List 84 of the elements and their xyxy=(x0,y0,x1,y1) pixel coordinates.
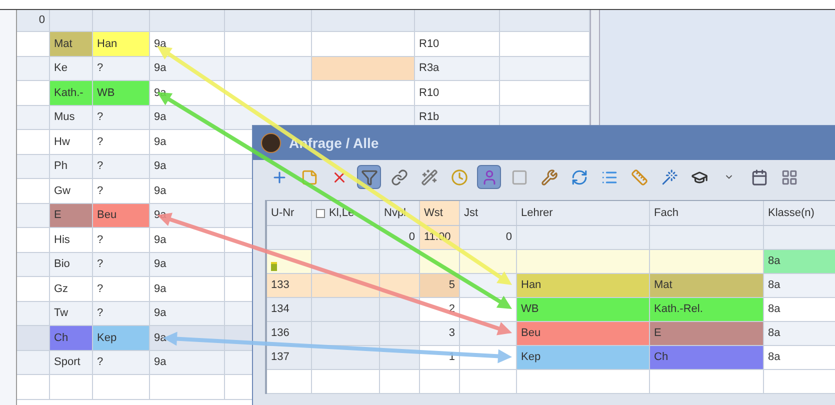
room-cell: R10 xyxy=(415,81,500,104)
column-header[interactable]: Lehrer xyxy=(521,204,553,222)
table-cell xyxy=(312,298,380,321)
class-cell: 9a xyxy=(150,350,225,374)
table-row[interactable]: Ke ? 9a R3a xyxy=(17,56,590,81)
teacher-cell: Kep xyxy=(93,326,150,350)
table-row[interactable]: Mat Han 9a R10 xyxy=(17,32,590,56)
teacher-cell: Beu xyxy=(517,322,650,345)
column-header[interactable]: U-Nr xyxy=(271,204,294,222)
table-row[interactable]: 133 5 Han Mat 8a xyxy=(267,274,835,298)
teacher-cell: Kep xyxy=(517,346,650,369)
teacher-cell: ? xyxy=(93,179,150,202)
person-icon[interactable] xyxy=(477,165,501,189)
table-cell: 8a xyxy=(764,322,835,345)
table-row[interactable]: 136 3 Beu E 8a xyxy=(267,322,835,346)
subject-cell: Kath.-Rel. xyxy=(650,298,764,321)
teacher-cell: ? xyxy=(93,228,150,252)
table-cell: 133 xyxy=(267,274,312,297)
table-cell: 134 xyxy=(267,298,312,321)
subject-cell: Ch xyxy=(50,326,93,350)
subject-cell: Bio xyxy=(50,252,93,276)
table-cell: 136 xyxy=(267,322,312,345)
column-header[interactable]: Kl,Le xyxy=(329,204,354,222)
teacher-cell: ? xyxy=(93,154,150,178)
table-cell: 3 xyxy=(420,322,460,345)
class-cell: 9a xyxy=(150,179,225,202)
column-header[interactable]: Jst xyxy=(464,204,478,222)
room-cell: R3a xyxy=(415,56,500,80)
table-cell: 5 xyxy=(420,274,460,297)
room-cell: R10 xyxy=(415,32,500,56)
subject-cell: Gz xyxy=(50,277,93,300)
class-cell: 9a xyxy=(150,154,225,178)
table-cell: 2 xyxy=(420,298,460,321)
class-cell: 9a xyxy=(150,302,225,325)
table-cell: 8a xyxy=(764,250,835,273)
subject-cell: Sport xyxy=(50,350,93,374)
teacher-cell: WB xyxy=(517,298,650,321)
teacher-cell: ? xyxy=(93,350,150,374)
table-row[interactable]: 134 2 WB Kath.-Rel. 8a xyxy=(267,298,835,322)
table-row[interactable]: 137 1 Kep Ch 8a xyxy=(267,346,835,370)
table-cell: 137 xyxy=(267,346,312,369)
table-cell xyxy=(380,298,420,321)
subject-cell: Kath.- xyxy=(50,81,93,104)
subject-cell: Mat xyxy=(50,32,93,56)
subject-cell: Ph xyxy=(50,154,93,178)
subject-cell: Mus xyxy=(50,106,93,129)
table-cell xyxy=(380,322,420,345)
new-row-icon xyxy=(271,262,277,271)
teacher-cell: Han xyxy=(517,274,650,297)
teacher-cell: Han xyxy=(93,32,150,56)
subject-cell: Mat xyxy=(650,274,764,297)
teacher-cell: ? xyxy=(93,277,150,300)
table-cell: 8a xyxy=(764,298,835,321)
subject-cell: His xyxy=(50,228,93,252)
column-header[interactable]: Klasse(n) xyxy=(768,204,814,222)
class-cell: 9a xyxy=(150,228,225,252)
teacher-cell: WB xyxy=(93,81,150,104)
teacher-cell: ? xyxy=(93,252,150,276)
teacher-cell: ? xyxy=(93,130,150,154)
subject-cell: Ch xyxy=(650,346,764,369)
subject-cell: Tw xyxy=(50,302,93,325)
header-cell: 0 xyxy=(17,10,50,31)
subject-cell: Ke xyxy=(50,56,93,80)
teacher-cell: Beu xyxy=(93,204,150,227)
expand-icon[interactable] xyxy=(316,208,325,218)
filter-icon[interactable] xyxy=(357,165,381,189)
table-cell xyxy=(312,322,380,345)
class-cell: 9a xyxy=(150,252,225,276)
table-cell: 0 xyxy=(460,226,517,249)
subject-cell: E xyxy=(50,204,93,227)
subject-cell: Gw xyxy=(50,179,93,202)
class-cell: 9a xyxy=(150,106,225,129)
teacher-cell: ? xyxy=(93,106,150,129)
table-cell: 8a xyxy=(764,346,835,369)
subject-cell: E xyxy=(650,322,764,345)
column-header[interactable]: Fach xyxy=(654,204,678,222)
teacher-cell: ? xyxy=(93,302,150,325)
class-cell: 9a xyxy=(150,277,225,300)
teacher-cell: ? xyxy=(93,56,150,80)
class-cell: 9a xyxy=(150,130,225,154)
table-cell: 1 xyxy=(420,346,460,369)
table-cell: 8a xyxy=(764,274,835,297)
subject-cell: Hw xyxy=(50,130,93,154)
app-logo-icon xyxy=(261,133,281,153)
